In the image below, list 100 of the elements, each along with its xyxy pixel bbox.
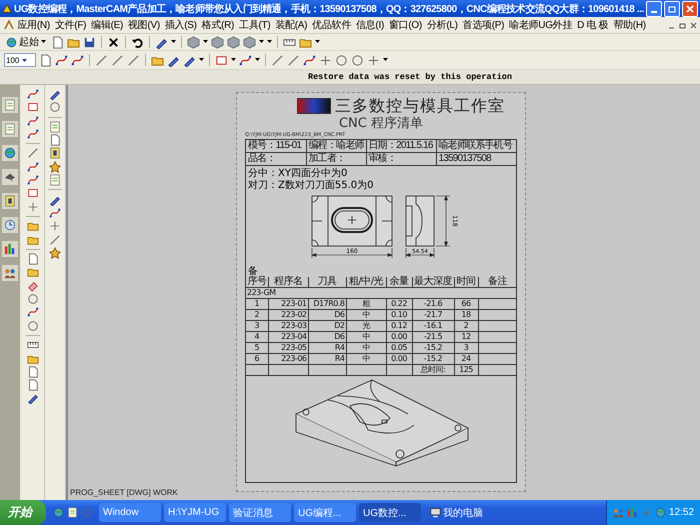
pen-icon[interactable] xyxy=(49,88,61,100)
menu-item[interactable]: 格式(R) xyxy=(199,18,237,32)
page-icon[interactable] xyxy=(49,134,61,146)
circle-icon[interactable] xyxy=(27,293,39,306)
star-tool-icon[interactable] xyxy=(49,160,61,173)
menu-item[interactable]: 首选项(P) xyxy=(460,18,507,32)
page-icon[interactable] xyxy=(27,366,39,378)
remarks-label: 备 xyxy=(248,266,258,277)
caret-icon[interactable] xyxy=(383,58,388,62)
caret-icon[interactable] xyxy=(171,40,176,44)
plus-icon[interactable] xyxy=(27,200,39,213)
line-icon[interactable] xyxy=(49,234,61,246)
menu-item[interactable]: 窗口(O) xyxy=(386,18,424,32)
page-icon[interactable] xyxy=(27,253,39,266)
start-menu-button[interactable]: 起始 xyxy=(4,35,48,49)
curve-icon[interactable] xyxy=(27,88,39,100)
plus-icon[interactable] xyxy=(49,220,61,232)
globe-icon[interactable] xyxy=(2,145,18,161)
minimize-button[interactable] xyxy=(646,0,662,17)
zoom-dropdown[interactable]: 100 xyxy=(4,53,36,67)
caret-icon[interactable] xyxy=(231,58,236,62)
menu-item[interactable]: 分析(L) xyxy=(424,18,460,32)
clock-icon[interactable] xyxy=(2,217,18,233)
table-cell: 0.00 xyxy=(386,354,412,364)
globe-icon[interactable] xyxy=(6,36,17,48)
curve-icon[interactable] xyxy=(49,206,61,219)
menu-item[interactable]: 插入(S) xyxy=(162,18,200,32)
taskbar-button[interactable]: UG数控... xyxy=(359,503,421,522)
restore-icon[interactable] xyxy=(679,22,686,29)
plus-icon[interactable] xyxy=(319,54,332,66)
curve-icon[interactable] xyxy=(27,160,39,173)
document-icon[interactable] xyxy=(67,507,78,518)
taskbar-button[interactable]: Window xyxy=(99,503,161,522)
curve-icon[interactable] xyxy=(55,54,68,66)
undo-icon[interactable] xyxy=(131,36,144,48)
folder-icon[interactable] xyxy=(27,220,39,232)
cross-icon[interactable] xyxy=(107,36,120,48)
caret-icon[interactable] xyxy=(255,58,260,62)
pen-icon[interactable] xyxy=(27,392,39,404)
line-icon[interactable] xyxy=(271,54,284,66)
menu-item[interactable]: 帮助(H) xyxy=(610,18,648,32)
rectangle-icon[interactable] xyxy=(27,187,39,200)
circle-icon[interactable] xyxy=(335,54,348,66)
page-icon[interactable] xyxy=(39,54,52,66)
line-icon[interactable] xyxy=(287,54,300,66)
start-button[interactable]: 开始 xyxy=(0,500,46,525)
people-icon[interactable] xyxy=(2,265,18,281)
line-icon[interactable] xyxy=(111,54,124,66)
rectangle-icon[interactable] xyxy=(215,54,228,66)
folder-icon[interactable] xyxy=(27,266,39,278)
curve-icon[interactable] xyxy=(27,306,39,318)
table-cell: 12 xyxy=(454,332,478,342)
table-cell: 0.05 xyxy=(386,342,412,354)
menu-item[interactable]: 优品软件 xyxy=(310,18,354,32)
save-icon[interactable] xyxy=(83,36,96,48)
table-cell: D2 xyxy=(308,320,346,332)
menu-item[interactable]: 文件(F) xyxy=(52,18,89,32)
circle-icon[interactable] xyxy=(27,320,39,332)
line-icon[interactable] xyxy=(127,54,140,66)
menu-item[interactable]: 喻老师UG外挂 xyxy=(506,18,575,32)
computer-icon[interactable] xyxy=(430,507,441,518)
menu-item[interactable]: 视图(V) xyxy=(126,18,162,32)
circle-icon[interactable] xyxy=(351,54,364,66)
plus-icon[interactable] xyxy=(367,54,380,66)
rectangle-icon[interactable] xyxy=(27,101,39,114)
curve-icon[interactable] xyxy=(27,114,39,127)
line-icon[interactable] xyxy=(95,54,108,66)
curve-icon[interactable] xyxy=(71,54,84,66)
maximize-button[interactable] xyxy=(664,0,680,17)
document-icon[interactable] xyxy=(49,174,61,186)
curve-icon[interactable] xyxy=(27,174,39,186)
menu-item[interactable]: 装配(A) xyxy=(272,18,310,32)
close-icon[interactable] xyxy=(690,22,697,29)
document-icon[interactable] xyxy=(2,97,18,113)
curve-icon[interactable] xyxy=(303,54,316,66)
table-cell: -15.2 xyxy=(412,342,454,354)
menu-item[interactable]: D 电 极 xyxy=(574,18,611,32)
menu-item[interactable]: 信息(I) xyxy=(354,18,386,32)
curve-icon[interactable] xyxy=(27,128,39,140)
star-tool-icon[interactable] xyxy=(49,246,61,259)
line-icon[interactable] xyxy=(27,147,39,160)
caret-icon[interactable] xyxy=(315,40,320,44)
bar-chart-icon[interactable] xyxy=(2,241,18,257)
caret-icon[interactable] xyxy=(203,40,208,44)
taskbar-button[interactable]: UG编程... xyxy=(294,503,356,522)
menu-item[interactable]: 编辑(E) xyxy=(88,18,126,32)
caret-icon[interactable] xyxy=(199,58,204,62)
eraser-icon[interactable] xyxy=(27,280,39,292)
taskbar-button[interactable]: 验证消息 xyxy=(229,503,291,522)
document-icon[interactable] xyxy=(49,120,61,133)
curve-icon[interactable] xyxy=(239,54,252,66)
close-button[interactable] xyxy=(682,0,698,17)
menu-item[interactable]: 工具(T) xyxy=(236,18,273,32)
circle-icon[interactable] xyxy=(49,101,61,114)
taskbar-button[interactable]: H:\YJM-UG xyxy=(164,503,226,522)
caret-icon[interactable] xyxy=(41,40,46,44)
menu-item[interactable]: 应用(N) xyxy=(15,18,52,32)
page-icon[interactable] xyxy=(27,379,39,392)
toolbar-label[interactable]: 我的电脑 xyxy=(443,506,483,520)
document-icon[interactable] xyxy=(2,121,18,137)
